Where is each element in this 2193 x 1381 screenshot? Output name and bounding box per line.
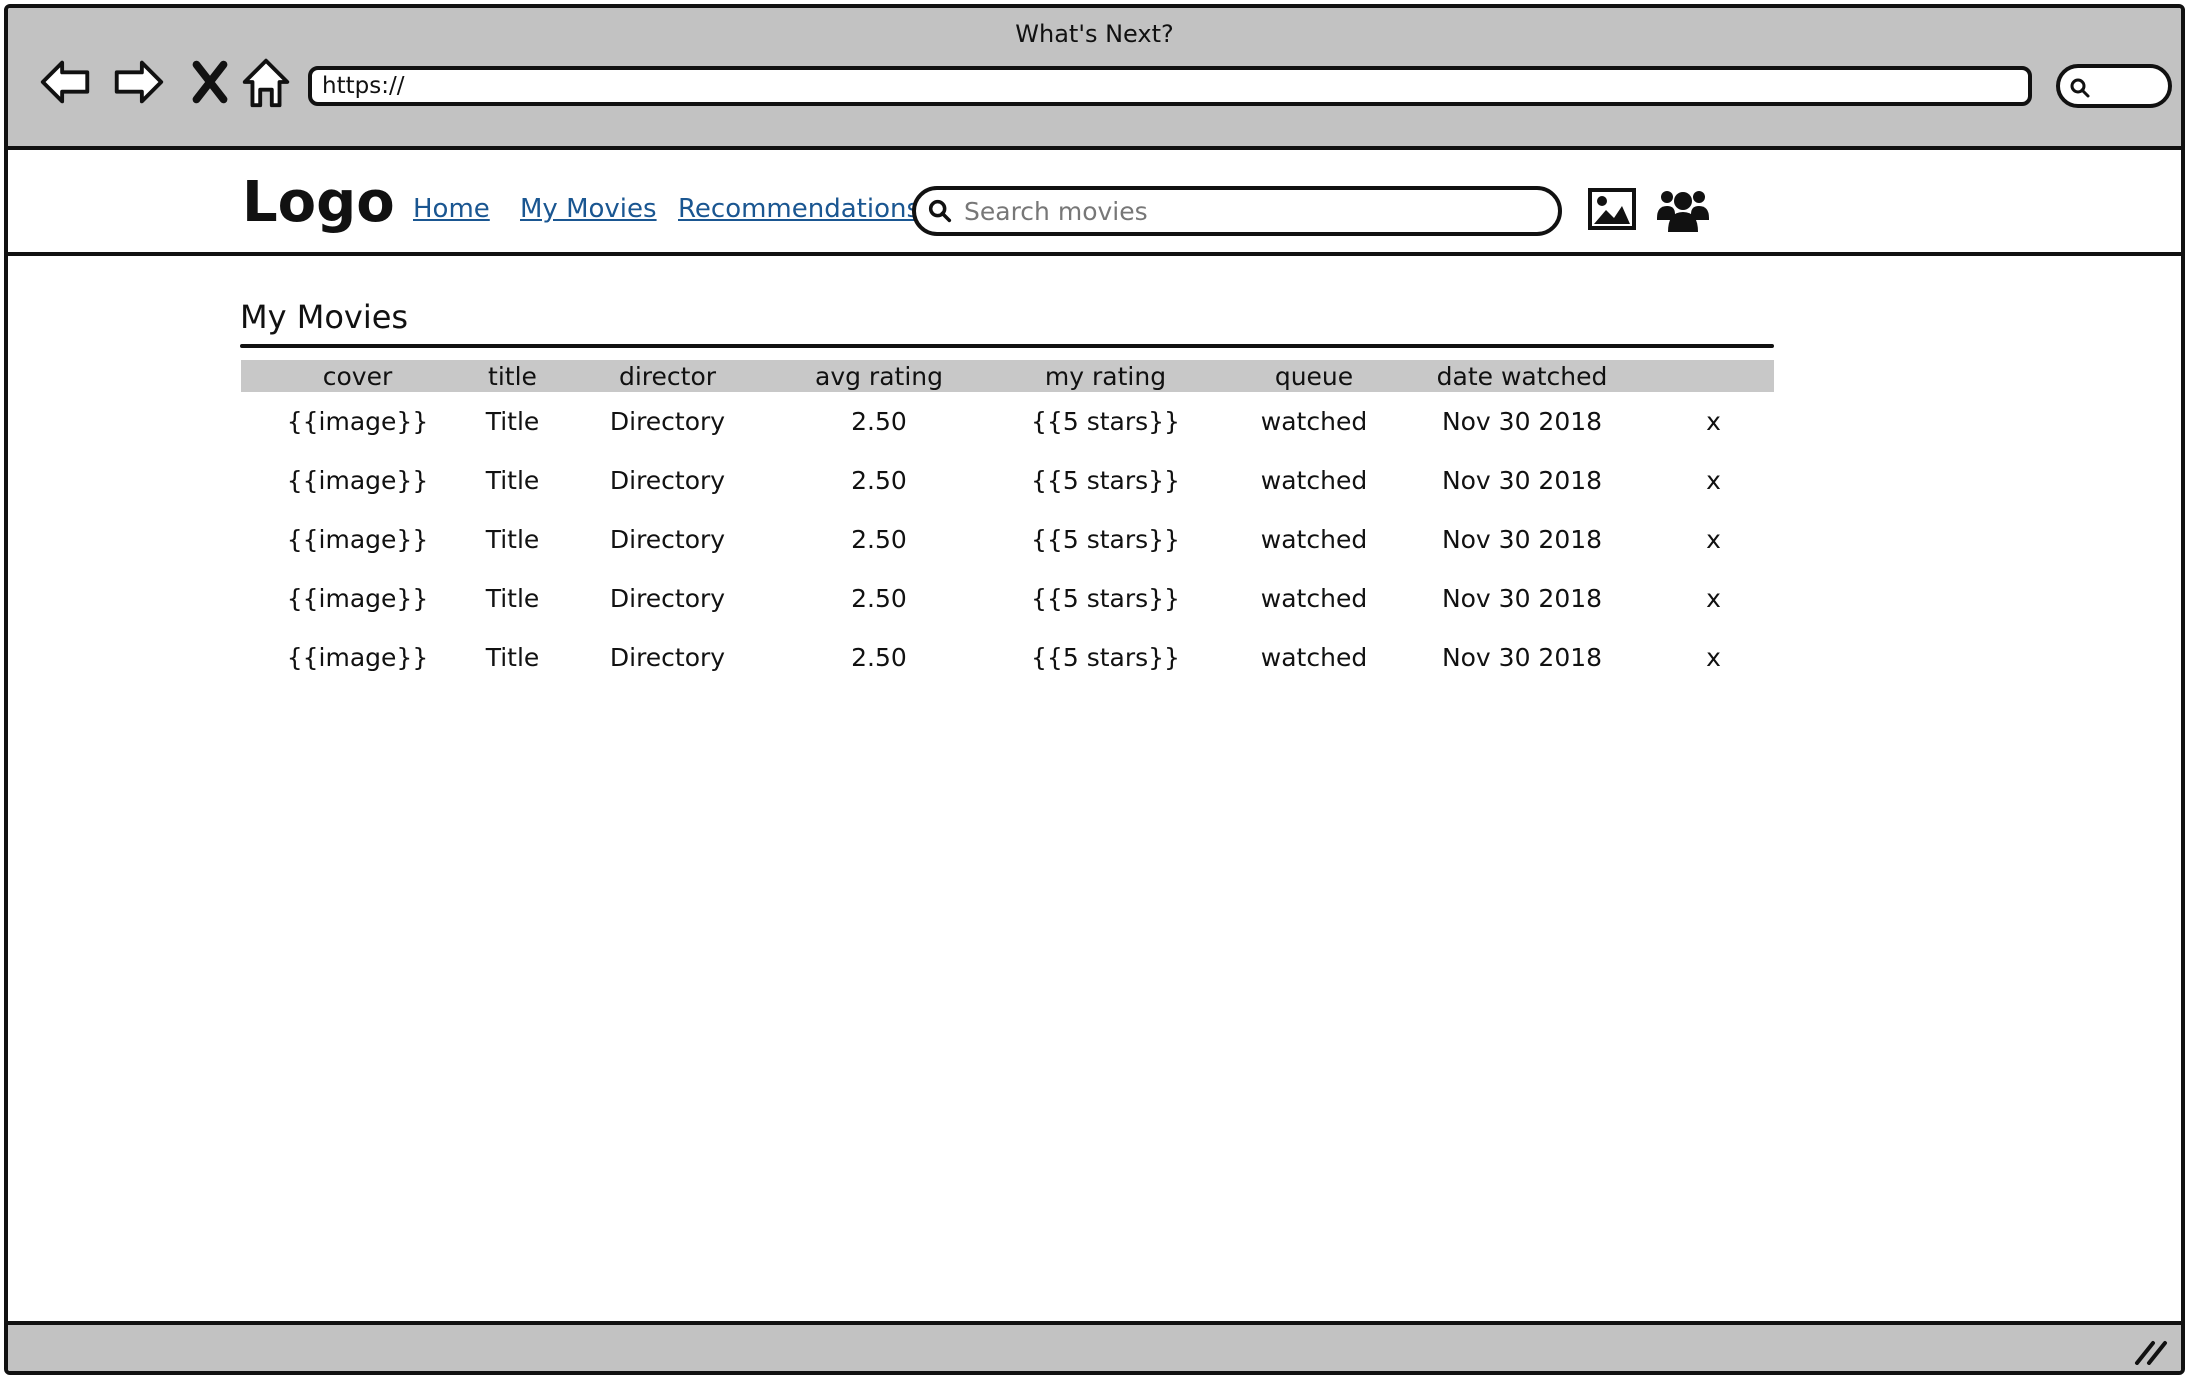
cell-cover: {{image}}	[286, 643, 429, 672]
remove-button[interactable]: x	[1653, 451, 1774, 510]
title-divider	[240, 344, 1774, 348]
column-header-cover[interactable]: cover	[241, 360, 474, 392]
cell-avg-rating: 2.50	[851, 525, 907, 554]
nav-link-recommendations[interactable]: Recommendations	[678, 194, 920, 224]
cell-queue: watched	[1260, 466, 1368, 495]
cell-avg-rating: 2.50	[851, 643, 907, 672]
address-bar[interactable]: https://	[308, 66, 2032, 106]
stop-icon[interactable]	[178, 52, 242, 112]
table-row: {{image}} Title Directory 2.50 {{5 stars…	[241, 392, 1774, 451]
browser-chrome: What's Next? https://	[8, 8, 2181, 150]
cell-date-watched: Nov 30 2018	[1441, 525, 1603, 554]
search-icon	[928, 199, 952, 223]
cell-director: Directory	[609, 584, 726, 613]
back-arrow-icon[interactable]	[34, 52, 98, 112]
cell-title: Title	[485, 407, 540, 436]
column-header-actions	[1653, 360, 1774, 392]
cell-my-rating[interactable]: {{5 stars}}	[974, 510, 1237, 569]
image-icon[interactable]	[1588, 188, 1636, 230]
site-header: Logo Home My Movies Recommendations	[8, 150, 2181, 256]
search-icon	[2070, 78, 2090, 98]
cell-date-watched: Nov 30 2018	[1441, 466, 1603, 495]
cell-cover: {{image}}	[286, 584, 429, 613]
remove-button[interactable]: x	[1653, 569, 1774, 628]
cell-queue: watched	[1260, 525, 1368, 554]
cell-my-rating[interactable]: {{5 stars}}	[974, 451, 1237, 510]
nav-link-home[interactable]: Home	[413, 194, 490, 224]
table-row: {{image}} Title Directory 2.50 {{5 stars…	[241, 569, 1774, 628]
users-icon[interactable]	[1656, 188, 1710, 234]
cell-avg-rating: 2.50	[851, 407, 907, 436]
cell-avg-rating: 2.50	[851, 466, 907, 495]
cell-my-rating[interactable]: {{5 stars}}	[974, 628, 1237, 687]
address-bar-text: https://	[322, 73, 405, 99]
column-header-queue[interactable]: queue	[1237, 360, 1391, 392]
cell-director: Directory	[609, 407, 726, 436]
status-bar	[8, 1321, 2181, 1371]
cell-avg-rating: 2.50	[851, 584, 907, 613]
table-row: {{image}} Title Directory 2.50 {{5 stars…	[241, 451, 1774, 510]
remove-button[interactable]: x	[1653, 628, 1774, 687]
table-row: {{image}} Title Directory 2.50 {{5 stars…	[241, 628, 1774, 687]
column-header-avg-rating[interactable]: avg rating	[784, 360, 974, 392]
cell-my-rating[interactable]: {{5 stars}}	[974, 392, 1237, 451]
cell-queue: watched	[1260, 407, 1368, 436]
table-header-row: cover title director avg rating my ratin…	[241, 360, 1774, 392]
cell-title: Title	[485, 525, 540, 554]
movie-search-input[interactable]	[962, 195, 1506, 227]
home-icon[interactable]	[234, 52, 298, 112]
resize-grip-icon[interactable]	[2133, 1337, 2169, 1365]
table-row: {{image}} Title Directory 2.50 {{5 stars…	[241, 510, 1774, 569]
cell-director: Directory	[609, 466, 726, 495]
cell-date-watched: Nov 30 2018	[1441, 643, 1603, 672]
browser-window: What's Next? https:// Logo Home My Movie…	[4, 4, 2185, 1375]
cell-cover: {{image}}	[286, 407, 429, 436]
cell-date-watched: Nov 30 2018	[1441, 407, 1603, 436]
column-header-my-rating[interactable]: my rating	[974, 360, 1237, 392]
cell-date-watched: Nov 30 2018	[1441, 584, 1603, 613]
cell-title: Title	[485, 584, 540, 613]
cell-my-rating[interactable]: {{5 stars}}	[974, 569, 1237, 628]
column-header-date-watched[interactable]: date watched	[1391, 360, 1653, 392]
window-title: What's Next?	[1015, 20, 1174, 48]
column-header-title[interactable]: title	[474, 360, 551, 392]
site-logo: Logo	[242, 170, 395, 235]
cell-director: Directory	[609, 525, 726, 554]
column-header-director[interactable]: director	[551, 360, 784, 392]
cell-queue: watched	[1260, 643, 1368, 672]
cell-cover: {{image}}	[286, 525, 429, 554]
movie-search-box[interactable]	[912, 186, 1562, 236]
remove-button[interactable]: x	[1653, 510, 1774, 569]
page-title: My Movies	[240, 298, 409, 336]
forward-arrow-icon[interactable]	[106, 52, 170, 112]
browser-search-button[interactable]	[2056, 64, 2172, 108]
cell-queue: watched	[1260, 584, 1368, 613]
cell-title: Title	[485, 466, 540, 495]
nav-link-my-movies[interactable]: My Movies	[520, 194, 657, 224]
remove-button[interactable]: x	[1653, 392, 1774, 451]
cell-title: Title	[485, 643, 540, 672]
cell-director: Directory	[609, 643, 726, 672]
movies-table: cover title director avg rating my ratin…	[241, 360, 1774, 687]
cell-cover: {{image}}	[286, 466, 429, 495]
